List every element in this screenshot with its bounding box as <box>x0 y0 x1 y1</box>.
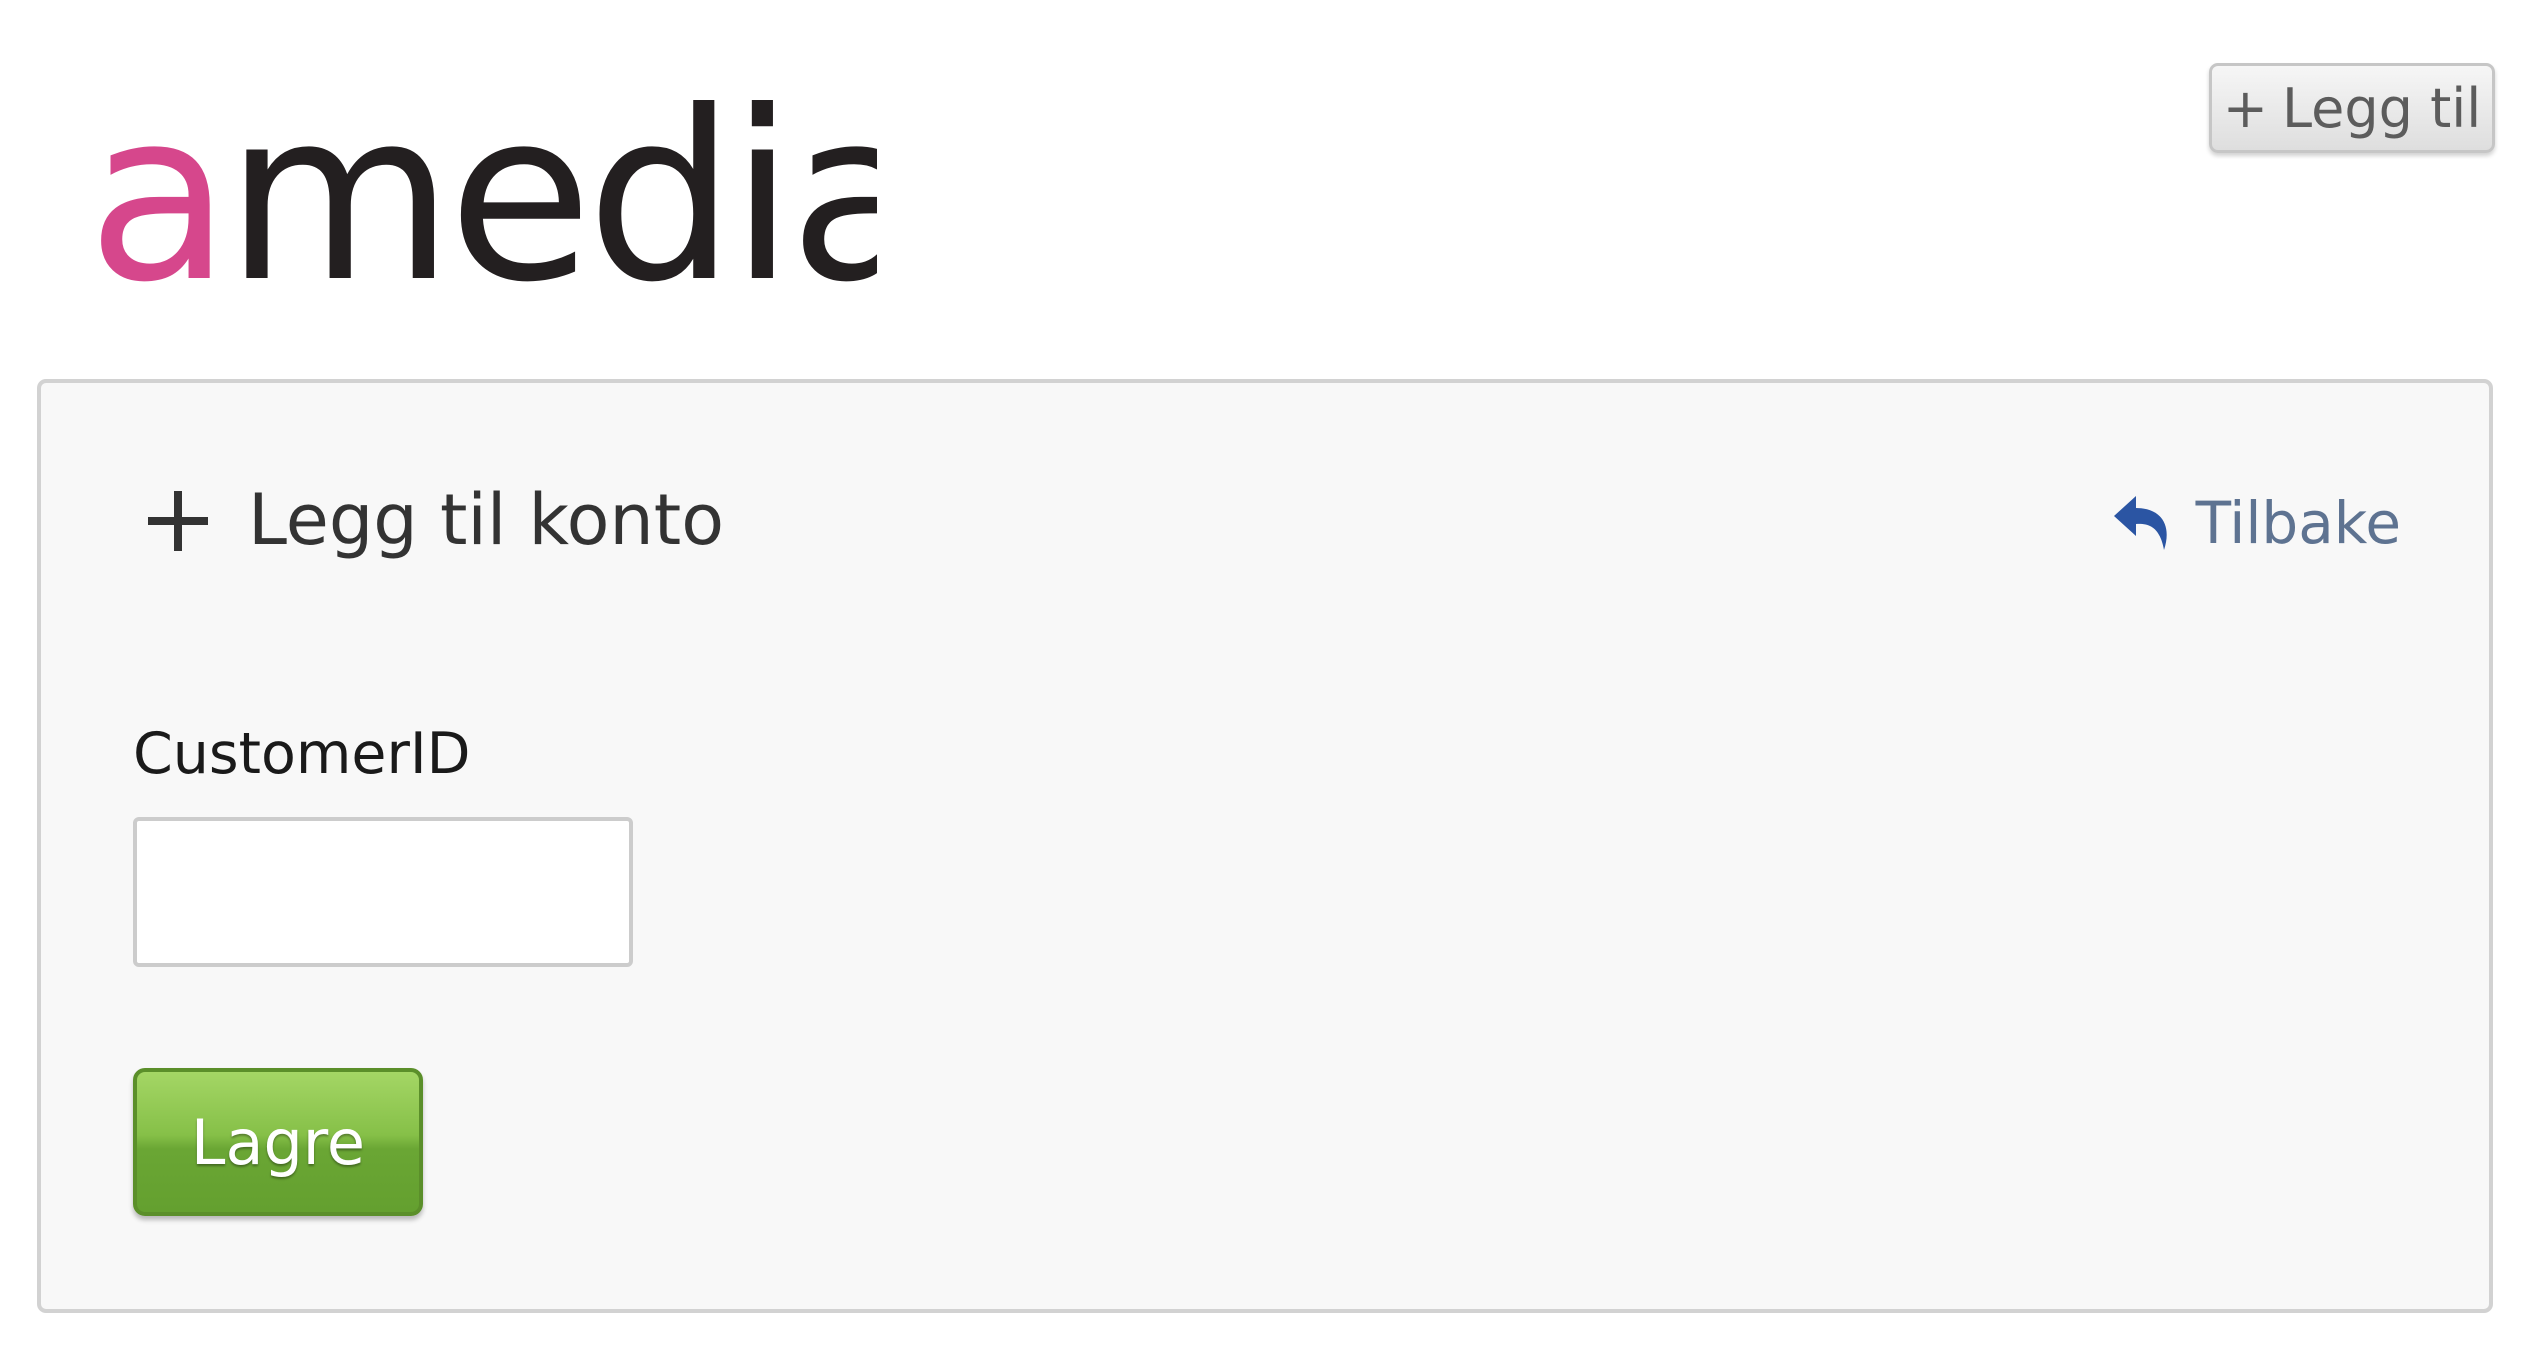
back-link[interactable]: Tilbake <box>2112 483 2401 563</box>
logo-letter-a: a <box>87 100 225 300</box>
logo-letters-media: media <box>225 100 877 300</box>
amedia-logo: amedia <box>87 100 877 300</box>
add-button[interactable]: + Legg til <box>2209 63 2495 153</box>
svg-text:amedia: amedia <box>87 100 877 300</box>
page-title-label: Legg til konto <box>248 479 725 561</box>
plus-icon: + <box>2222 76 2268 140</box>
amedia-logo-graphic: amedia <box>87 100 877 300</box>
customer-id-input[interactable] <box>133 817 633 967</box>
back-link-label: Tilbake <box>2195 489 2401 557</box>
add-button-label: Legg til <box>2281 76 2482 140</box>
customer-id-label: CustomerID <box>133 721 471 787</box>
reply-arrow-icon <box>2112 494 2176 552</box>
add-account-panel: Legg til konto Tilbake CustomerID Lagre <box>37 379 2493 1313</box>
plus-icon <box>146 488 210 552</box>
save-button[interactable]: Lagre <box>133 1068 423 1216</box>
page-title: Legg til konto <box>146 475 724 565</box>
